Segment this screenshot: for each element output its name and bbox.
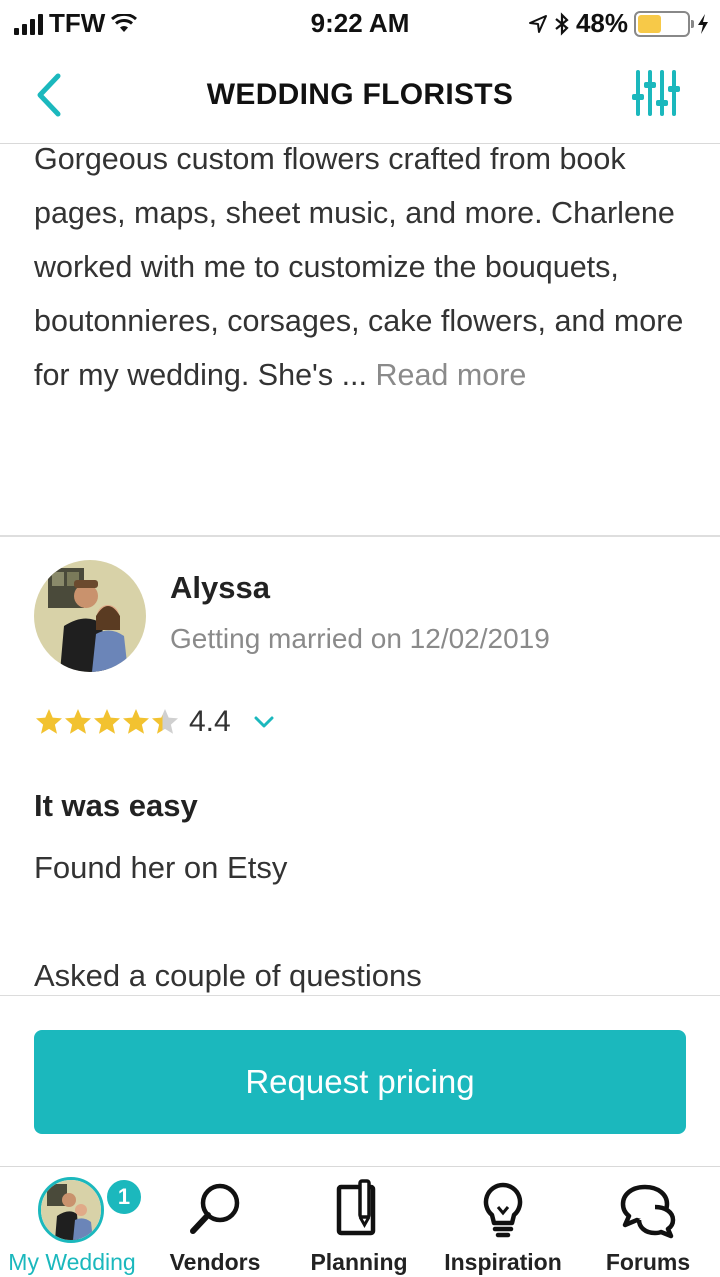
- star-icon: [152, 709, 178, 734]
- tab-avatar-wrap: [38, 1177, 104, 1243]
- chat-bubbles-icon: [620, 1184, 676, 1239]
- rating-stars: [34, 707, 179, 737]
- tab-inspiration[interactable]: Inspiration: [438, 1167, 568, 1277]
- tab-label: Planning: [310, 1249, 408, 1275]
- tab-label: Forums: [605, 1249, 691, 1275]
- chevron-down-icon[interactable]: [251, 709, 277, 735]
- page-title: WEDDING FLORISTS: [206, 78, 514, 111]
- tab-my-wedding[interactable]: 1 My Wedding: [8, 1167, 144, 1277]
- tab-forums[interactable]: Forums: [596, 1167, 700, 1277]
- read-more-link[interactable]: Read more: [375, 358, 526, 392]
- battery-percent: 48%: [575, 8, 628, 38]
- tab-label: Vendors: [169, 1249, 261, 1275]
- tab-bar: 1 My Wedding Vendors Planning Inspiratio…: [0, 1166, 720, 1277]
- description-text: Gorgeous custom flowers crafted from boo…: [34, 142, 684, 392]
- nav-bar: WEDDING FLORISTS: [0, 46, 720, 144]
- notebook-icon: [336, 1179, 376, 1236]
- reviewer-wedding-date: Getting married on 12/02/2019: [170, 623, 550, 654]
- tab-label: My Wedding: [8, 1249, 136, 1275]
- battery-level-fill: [638, 14, 662, 33]
- sliders-icon[interactable]: [630, 68, 680, 118]
- vendor-description: Gorgeous custom flowers crafted from boo…: [34, 132, 694, 402]
- review-body-line: Found her on Etsy: [34, 850, 288, 885]
- star-icon: [94, 709, 120, 734]
- reviewer-name: Alyssa: [170, 570, 270, 605]
- battery-icon: [634, 10, 694, 37]
- status-right: 48%: [528, 8, 710, 39]
- tab-planning[interactable]: Planning: [304, 1167, 414, 1277]
- review-title: It was easy: [34, 788, 198, 823]
- reviewer-avatar[interactable]: [34, 560, 146, 672]
- tab-vendors[interactable]: Vendors: [160, 1167, 270, 1277]
- review-body-line: Asked a couple of questions: [34, 958, 422, 993]
- star-icon: [123, 709, 149, 734]
- bluetooth-icon: [555, 11, 569, 36]
- lightbulb-icon: [483, 1182, 523, 1238]
- avatar: [38, 1177, 104, 1243]
- review-rating[interactable]: 4.4: [34, 705, 277, 739]
- star-icon: [65, 709, 91, 734]
- section-divider: [0, 535, 720, 537]
- charging-bolt-icon: [698, 13, 708, 34]
- cta-divider: [0, 995, 720, 996]
- status-bar: TFW 9:22 AM 48%: [0, 0, 720, 46]
- notification-badge: 1: [104, 1177, 144, 1217]
- rating-value: 4.4: [189, 705, 231, 738]
- request-pricing-button[interactable]: Request pricing: [34, 1030, 686, 1134]
- tab-label: Inspiration: [444, 1249, 562, 1275]
- star-icon: [36, 709, 62, 734]
- location-arrow-icon: [528, 14, 547, 33]
- search-icon: [190, 1183, 240, 1234]
